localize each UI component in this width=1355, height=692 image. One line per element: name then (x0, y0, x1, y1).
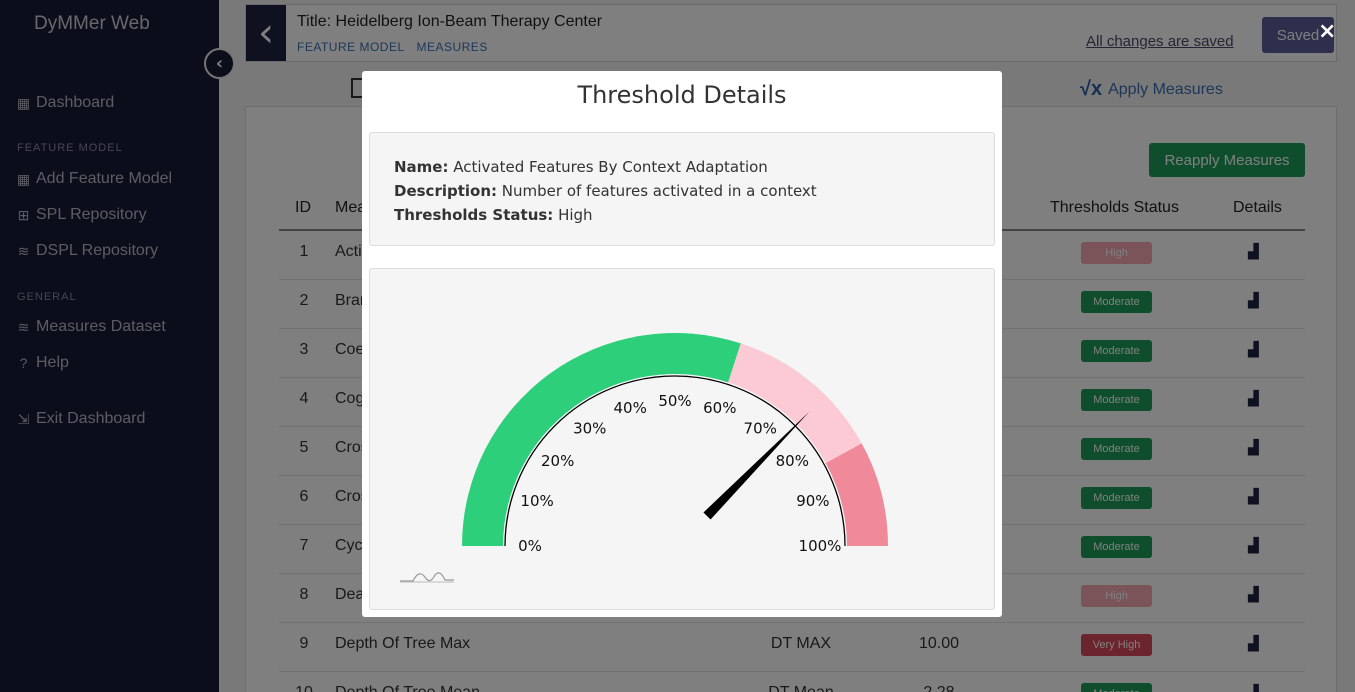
name-value: Activated Features By Context Adaptation (453, 158, 768, 176)
gauge-tick-label: 60% (703, 399, 736, 417)
status-row: Thresholds Status: High (394, 203, 970, 227)
threshold-info-panel: Name: Activated Features By Context Adap… (369, 132, 995, 246)
gauge-tick-label: 10% (520, 492, 553, 510)
gauge-tick-label: 90% (796, 492, 829, 510)
gauge-tick-label: 0% (518, 537, 542, 555)
gauge-tick-label: 20% (541, 452, 574, 470)
gauge-band-1 (728, 343, 862, 464)
gauge-tick-label: 40% (614, 399, 647, 417)
gauge-tick-label: 70% (744, 420, 777, 438)
name-row: Name: Activated Features By Context Adap… (394, 155, 970, 179)
description-label: Description: (394, 182, 498, 200)
gauge-tick-label: 80% (776, 452, 809, 470)
threshold-gauge: 0% 10% 20% 30% 40% 50% 60% 70% 80% 90% 100% (462, 333, 888, 555)
amchart-logo-icon (400, 572, 454, 583)
description-row: Description: Number of features activate… (394, 179, 970, 203)
gauge-panel: 0% 10% 20% 30% 40% 50% 60% 70% 80% 90% 100% (369, 268, 995, 610)
modal-title: Threshold Details (577, 81, 787, 109)
threshold-details-modal: Threshold Details Name: Activated Featur… (362, 71, 1002, 617)
gauge-tick-label: 30% (573, 420, 606, 438)
status-label: Thresholds Status: (394, 206, 554, 224)
name-label: Name: (394, 158, 449, 176)
gauge-tick-label: 100% (799, 537, 842, 555)
status-value: High (558, 206, 593, 224)
close-icon[interactable]: × (1318, 19, 1336, 44)
gauge-band-2 (825, 443, 888, 546)
gauge-band-0 (462, 333, 741, 546)
description-value: Number of features activated in a contex… (501, 182, 817, 200)
gauge-tick-label: 50% (658, 392, 691, 410)
